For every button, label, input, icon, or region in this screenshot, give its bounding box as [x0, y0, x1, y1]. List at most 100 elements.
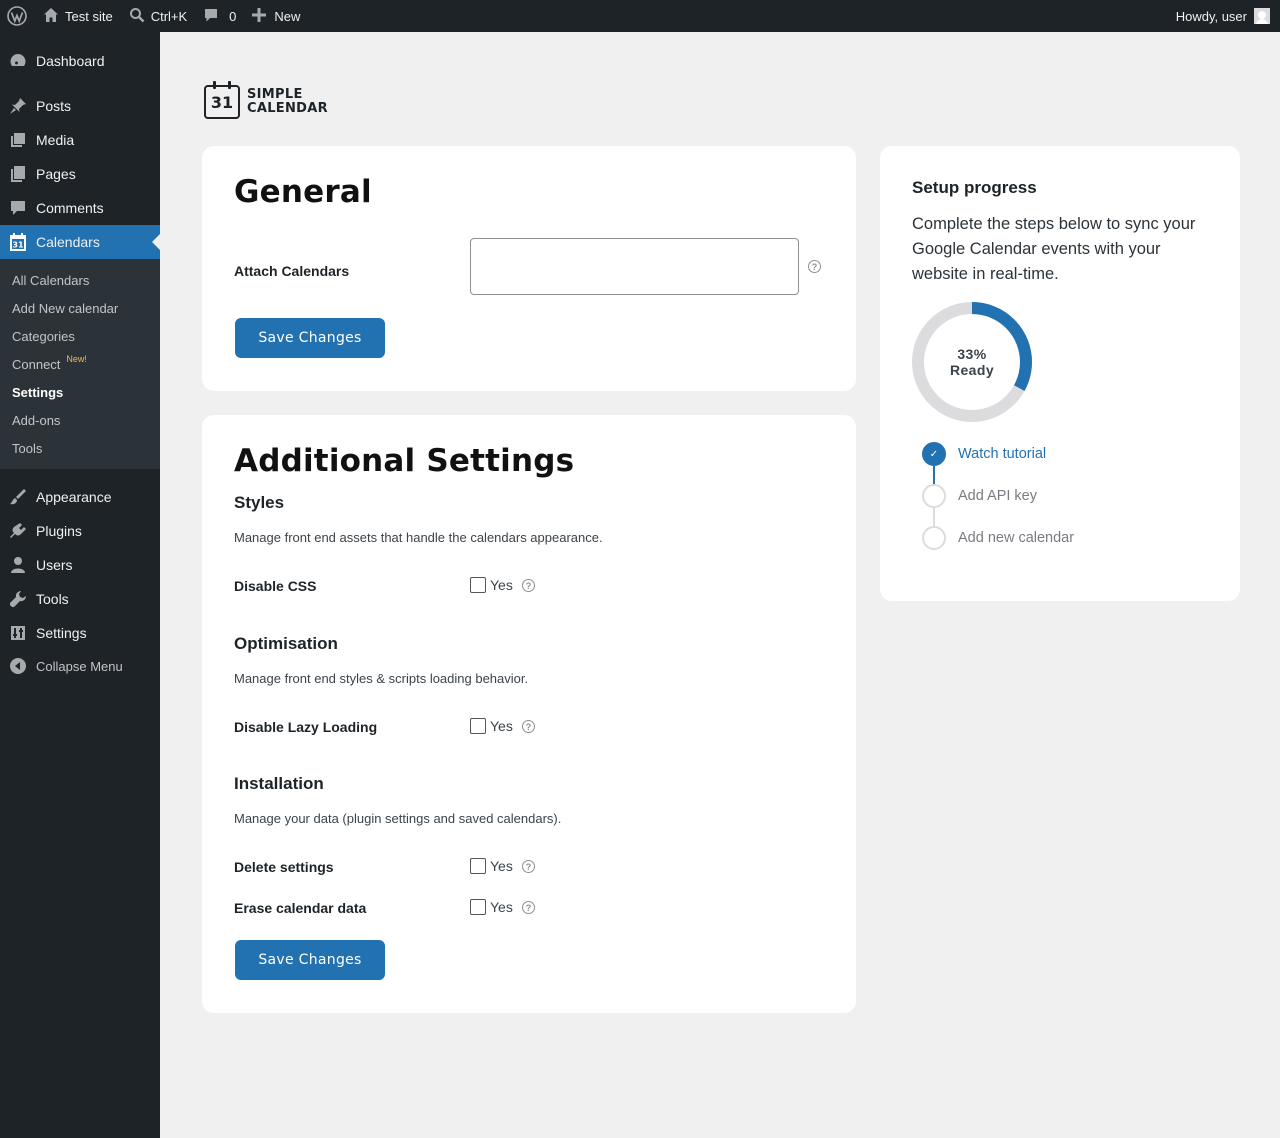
media-icon [0, 131, 36, 149]
new-label: New [274, 8, 301, 24]
menu-dashboard-label: Dashboard [36, 53, 105, 69]
yes-label: Yes [490, 899, 513, 915]
collapse-menu-label: Collapse Menu [36, 658, 123, 674]
step-add-new-calendar[interactable]: Add new calendar [922, 526, 1074, 550]
my-account-link[interactable]: Howdy, user [1168, 0, 1280, 32]
site-name-link[interactable]: Test site [35, 0, 121, 32]
plugin-icon [0, 522, 36, 540]
general-card: General Attach Calendars ? Save Changes [202, 146, 856, 391]
installation-title: Installation [234, 774, 324, 793]
brush-icon [0, 488, 36, 506]
menu-settings[interactable]: Settings [0, 616, 160, 650]
disable-lazy-loading-option: Yes [470, 718, 513, 734]
help-icon[interactable]: ? [808, 260, 821, 273]
submenu-settings[interactable]: Settings [0, 378, 160, 406]
menu-pages[interactable]: Pages [0, 157, 160, 191]
menu-appearance-label: Appearance [36, 489, 112, 505]
submenu-tools[interactable]: Tools [0, 434, 160, 462]
comment-bubble-icon [203, 7, 219, 26]
calendars-submenu: All Calendars Add New calendar Categorie… [0, 259, 160, 469]
dashboard-icon [0, 52, 36, 70]
progress-percent: 33% [957, 346, 987, 362]
menu-tools[interactable]: Tools [0, 582, 160, 616]
user-icon [0, 556, 36, 574]
step-label: Add new calendar [958, 530, 1075, 546]
settings-icon [0, 624, 36, 642]
disable-lazy-loading-checkbox[interactable] [470, 718, 486, 734]
empty-circle-icon [922, 484, 946, 508]
help-icon[interactable]: ? [522, 579, 535, 592]
submenu-add-new-calendar[interactable]: Add New calendar [0, 294, 160, 322]
check-icon: ✓ [922, 442, 946, 466]
logo-line2: CALENDAR [247, 101, 328, 116]
comments-link[interactable]: 0 [195, 0, 244, 32]
disable-css-option: Yes [470, 577, 513, 593]
styles-title: Styles [234, 493, 285, 512]
submenu-connect[interactable]: Connect New! [0, 350, 160, 378]
search-icon [129, 7, 145, 26]
submenu-all-calendars[interactable]: All Calendars [0, 266, 160, 294]
submenu-connect-label: Connect [12, 356, 61, 372]
menu-comments-label: Comments [36, 200, 104, 216]
attach-calendars-label: Attach Calendars [234, 263, 350, 279]
erase-calendar-data-label: Erase calendar data [234, 900, 367, 916]
menu-posts-label: Posts [36, 98, 72, 114]
menu-comments[interactable]: Comments [0, 191, 160, 225]
empty-circle-icon [922, 526, 946, 550]
logo-day: 31 [210, 92, 234, 112]
yes-label: Yes [490, 718, 513, 734]
home-icon [43, 7, 59, 26]
search-shortcut: Ctrl+K [150, 8, 188, 24]
menu-media[interactable]: Media [0, 123, 160, 157]
disable-css-checkbox[interactable] [470, 577, 486, 593]
help-icon[interactable]: ? [522, 720, 535, 733]
comment-icon [0, 199, 36, 217]
step-add-api-key[interactable]: Add API key [922, 484, 1037, 508]
collapse-menu-button[interactable]: Collapse Menu [0, 650, 160, 682]
disable-css-label: Disable CSS [234, 578, 317, 594]
new-content-link[interactable]: New [244, 0, 308, 32]
submenu-add-ons[interactable]: Add-ons [0, 406, 160, 434]
save-changes-button[interactable]: Save Changes [235, 940, 385, 980]
svg-text:31: 31 [12, 241, 24, 250]
wordpress-logo-icon[interactable] [0, 0, 35, 32]
menu-settings-label: Settings [36, 625, 87, 641]
menu-appearance[interactable]: Appearance [0, 480, 160, 514]
delete-settings-option: Yes [470, 858, 513, 874]
additional-title: Additional Settings [234, 443, 575, 479]
delete-settings-label: Delete settings [234, 859, 334, 875]
help-icon[interactable]: ? [522, 901, 535, 914]
step-connector [933, 508, 935, 526]
logo-text: SIMPLE CALENDAR [247, 88, 328, 116]
attach-calendars-input[interactable] [470, 238, 799, 295]
command-palette-link[interactable]: Ctrl+K [121, 0, 195, 32]
menu-posts[interactable]: Posts [0, 89, 160, 123]
wrench-icon [0, 590, 36, 608]
installation-description: Manage your data (plugin settings and sa… [234, 811, 562, 826]
menu-users-label: Users [36, 557, 73, 573]
optimisation-description: Manage front end styles & scripts loadin… [234, 671, 529, 686]
step-watch-tutorial[interactable]: ✓ Watch tutorial [922, 442, 1046, 466]
menu-dashboard[interactable]: Dashboard [0, 44, 160, 78]
menu-users[interactable]: Users [0, 548, 160, 582]
general-title: General [234, 174, 372, 210]
menu-plugins-label: Plugins [36, 523, 82, 539]
avatar [1254, 8, 1270, 24]
admin-sidebar: Dashboard Posts Media Pages Comments 31 … [0, 32, 160, 1138]
progress-label: 33% Ready [912, 302, 1032, 422]
admin-bar: Test site Ctrl+K 0 New Howdy, user [0, 0, 1280, 32]
help-icon[interactable]: ? [522, 860, 535, 873]
yes-label: Yes [490, 858, 513, 874]
collapse-icon [0, 657, 36, 675]
submenu-categories[interactable]: Categories [0, 322, 160, 350]
save-changes-button[interactable]: Save Changes [235, 318, 385, 358]
progress-ready: Ready [949, 362, 995, 378]
step-label: Watch tutorial [958, 446, 1047, 462]
menu-media-label: Media [36, 132, 75, 148]
menu-pages-label: Pages [36, 166, 76, 182]
menu-plugins[interactable]: Plugins [0, 514, 160, 548]
setup-progress-card: Setup progress Complete the steps below … [880, 146, 1240, 601]
menu-calendars[interactable]: 31 Calendars [0, 225, 160, 259]
delete-settings-checkbox[interactable] [470, 858, 486, 874]
erase-calendar-data-checkbox[interactable] [470, 899, 486, 915]
